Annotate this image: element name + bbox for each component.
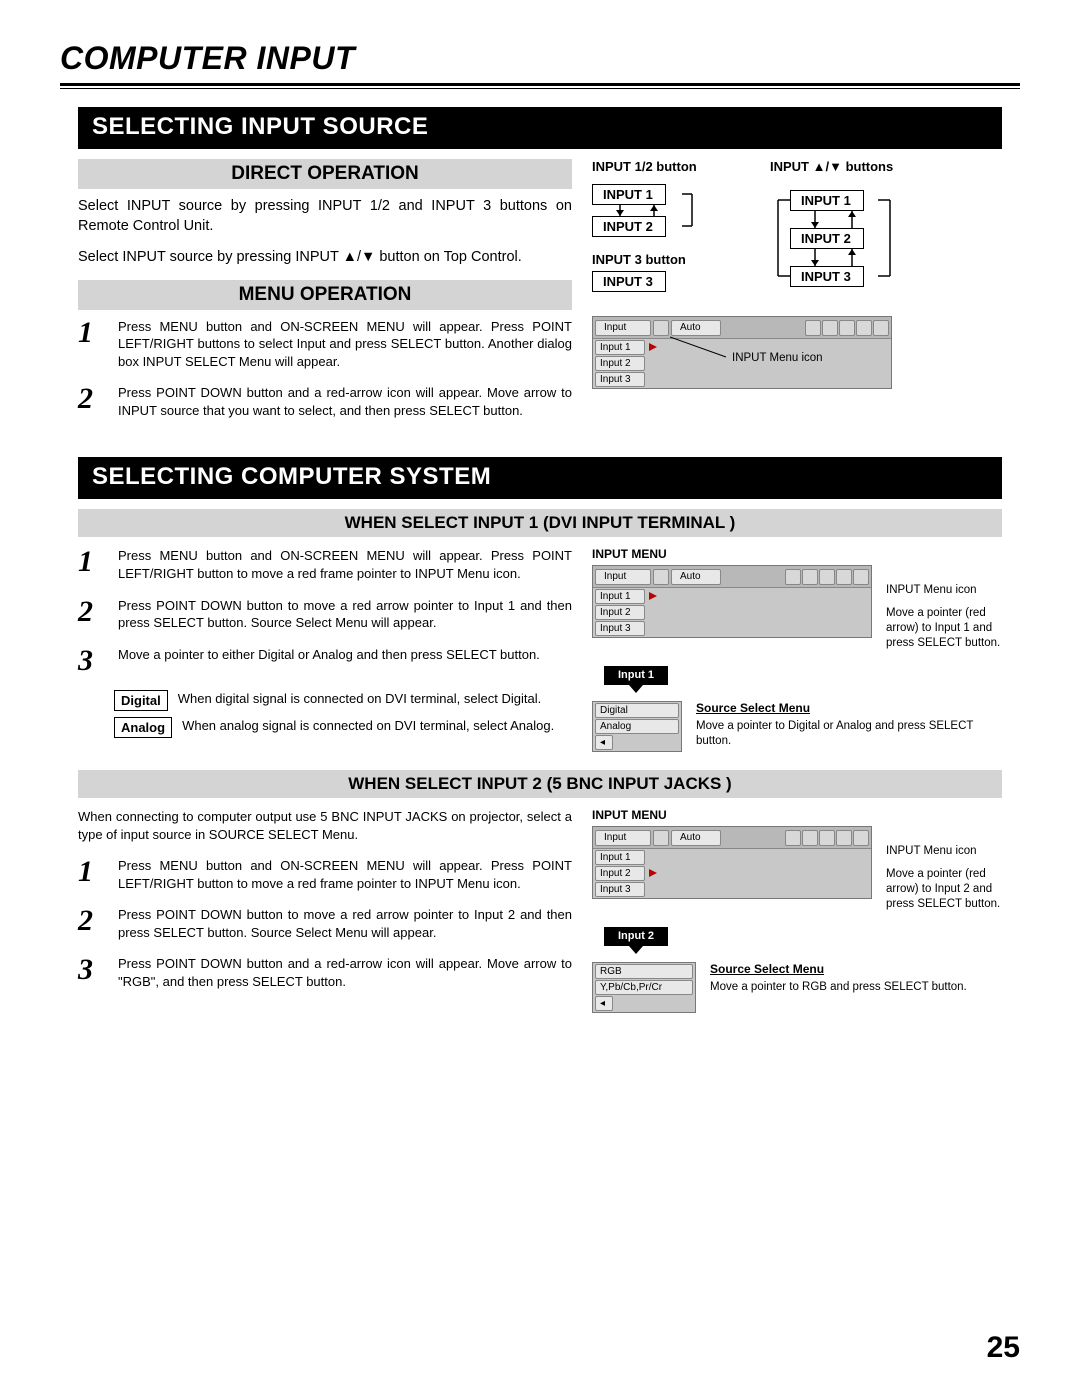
option-text: When analog signal is connected on DVI t… xyxy=(182,717,572,735)
section-banner-2: SELECTING COMPUTER SYSTEM xyxy=(78,457,1002,499)
sub-header: WHEN SELECT INPUT 2 (5 BNC INPUT JACKS ) xyxy=(78,770,1002,798)
menu-toolbar-icon xyxy=(785,830,801,846)
menu-screenshot: Input Auto Input 1 Input 2 xyxy=(592,826,872,899)
menu-title: Input xyxy=(595,830,651,846)
menu-item: Analog xyxy=(595,719,679,734)
menu-item: Digital xyxy=(595,703,679,718)
diagram-box: INPUT 3 xyxy=(592,271,666,292)
menu-toolbar-icon xyxy=(853,830,869,846)
menu-item: Input 1 xyxy=(595,340,645,355)
source-select-menu: Digital Analog ◂ xyxy=(592,701,682,752)
menu-toolbar-icon xyxy=(856,320,872,336)
caption-heading: Source Select Menu xyxy=(696,701,1002,715)
body-text: When connecting to computer output use 5… xyxy=(78,808,572,843)
step-number: 3 xyxy=(78,955,104,990)
menu-toolbar-icon xyxy=(802,830,818,846)
caption: INPUT Menu icon xyxy=(886,583,1002,598)
menu-toolbar-icon xyxy=(873,320,889,336)
diagram-label: INPUT 1/2 button xyxy=(592,159,742,174)
chevron-down-icon xyxy=(629,946,643,954)
diagram-label: INPUT 3 button xyxy=(592,252,742,267)
menu-toolbar-icon xyxy=(822,320,838,336)
menu-back-icon: ◂ xyxy=(595,735,613,750)
page-number: 25 xyxy=(987,1331,1020,1365)
menu-toolbar-icon xyxy=(785,569,801,585)
menu-screenshot: Input Auto Input 1 Input 2 xyxy=(592,565,872,638)
menu-title: Input xyxy=(595,569,651,585)
step-number: 1 xyxy=(78,857,104,892)
menu-toolbar-icon xyxy=(805,320,821,336)
menu-item: Input 3 xyxy=(595,372,645,387)
step-text: Move a pointer to either Digital or Anal… xyxy=(118,646,572,676)
red-arrow-icon xyxy=(649,343,657,351)
caption-heading: INPUT MENU xyxy=(592,808,1002,822)
caption: Move a pointer (red arrow) to Input 1 an… xyxy=(886,606,1002,651)
option-label-digital: Digital xyxy=(114,690,168,711)
step-text: Press POINT DOWN button to move a red ar… xyxy=(118,597,572,632)
step-number: 1 xyxy=(78,547,104,582)
menu-item: RGB xyxy=(595,964,693,979)
red-arrow-icon xyxy=(649,869,657,877)
menu-item: Input 1 xyxy=(595,589,645,604)
step-text: Press MENU button and ON-SCREEN MENU wil… xyxy=(118,318,572,371)
menu-title: Input xyxy=(595,320,651,336)
body-text: Select INPUT source by pressing INPUT ▲/… xyxy=(78,248,572,268)
red-arrow-icon xyxy=(649,592,657,600)
menu-toolbar-icon xyxy=(836,830,852,846)
menu-toolbar-icon xyxy=(853,569,869,585)
sub-header-menu: MENU OPERATION xyxy=(78,280,572,310)
step-text: Press POINT DOWN button and a red-arrow … xyxy=(118,384,572,419)
diagram-label: INPUT ▲/▼ buttons xyxy=(770,159,970,174)
input-tab-label: Input 1 xyxy=(618,669,654,681)
rule-thick xyxy=(60,83,1020,86)
menu-item: Input 3 xyxy=(595,621,645,636)
option-label-analog: Analog xyxy=(114,717,172,738)
step-text: Press POINT DOWN button to move a red ar… xyxy=(118,906,572,941)
menu-auto: Auto xyxy=(671,830,721,846)
step-text: Press MENU button and ON-SCREEN MENU wil… xyxy=(118,857,572,892)
caption: Move a pointer to Digital or Analog and … xyxy=(696,719,1002,749)
step-number: 1 xyxy=(78,318,104,371)
menu-auto: Auto xyxy=(671,569,721,585)
sub-header: WHEN SELECT INPUT 1 (DVI INPUT TERMINAL … xyxy=(78,509,1002,537)
step-number: 2 xyxy=(78,906,104,941)
menu-icon xyxy=(653,830,669,846)
menu-item: Input 1 xyxy=(595,850,645,865)
caption: Move a pointer to RGB and press SELECT b… xyxy=(710,980,1002,995)
input-tab: Input 1 xyxy=(604,666,668,685)
caption-heading: Source Select Menu xyxy=(710,962,1002,976)
menu-icon xyxy=(653,569,669,585)
caption: Move a pointer (red arrow) to Input 2 an… xyxy=(886,867,1002,912)
step-number: 3 xyxy=(78,646,104,676)
caption: INPUT Menu icon xyxy=(886,844,1002,859)
step-text: Press MENU button and ON-SCREEN MENU wil… xyxy=(118,547,572,582)
page-title: COMPUTER INPUT xyxy=(60,40,1020,77)
input-tab-label: Input 2 xyxy=(618,930,654,942)
step-number: 2 xyxy=(78,384,104,419)
menu-toolbar-icon xyxy=(819,569,835,585)
menu-item: Input 2 xyxy=(595,605,645,620)
menu-item: Input 2 xyxy=(595,866,645,881)
caption: INPUT Menu icon xyxy=(732,351,823,366)
menu-item: Input 2 xyxy=(595,356,645,371)
menu-icon xyxy=(653,320,669,336)
input-tab: Input 2 xyxy=(604,927,668,946)
source-select-menu: RGB Y,Pb/Cb,Pr/Cr ◂ xyxy=(592,962,696,1013)
step-text: Press POINT DOWN button and a red-arrow … xyxy=(118,955,572,990)
body-text: Select INPUT source by pressing INPUT 1/… xyxy=(78,197,572,236)
menu-item: Input 3 xyxy=(595,882,645,897)
caption-heading: INPUT MENU xyxy=(592,547,1002,561)
chevron-down-icon xyxy=(629,685,643,693)
menu-toolbar-icon xyxy=(836,569,852,585)
section-banner-1: SELECTING INPUT SOURCE xyxy=(78,107,1002,149)
option-text: When digital signal is connected on DVI … xyxy=(178,690,572,708)
menu-toolbar-icon xyxy=(839,320,855,336)
sub-header-direct: DIRECT OPERATION xyxy=(78,159,572,189)
step-number: 2 xyxy=(78,597,104,632)
menu-toolbar-icon xyxy=(819,830,835,846)
menu-back-icon: ◂ xyxy=(595,996,613,1011)
rule-thin xyxy=(60,88,1020,89)
menu-toolbar-icon xyxy=(802,569,818,585)
menu-item: Y,Pb/Cb,Pr/Cr xyxy=(595,980,693,995)
